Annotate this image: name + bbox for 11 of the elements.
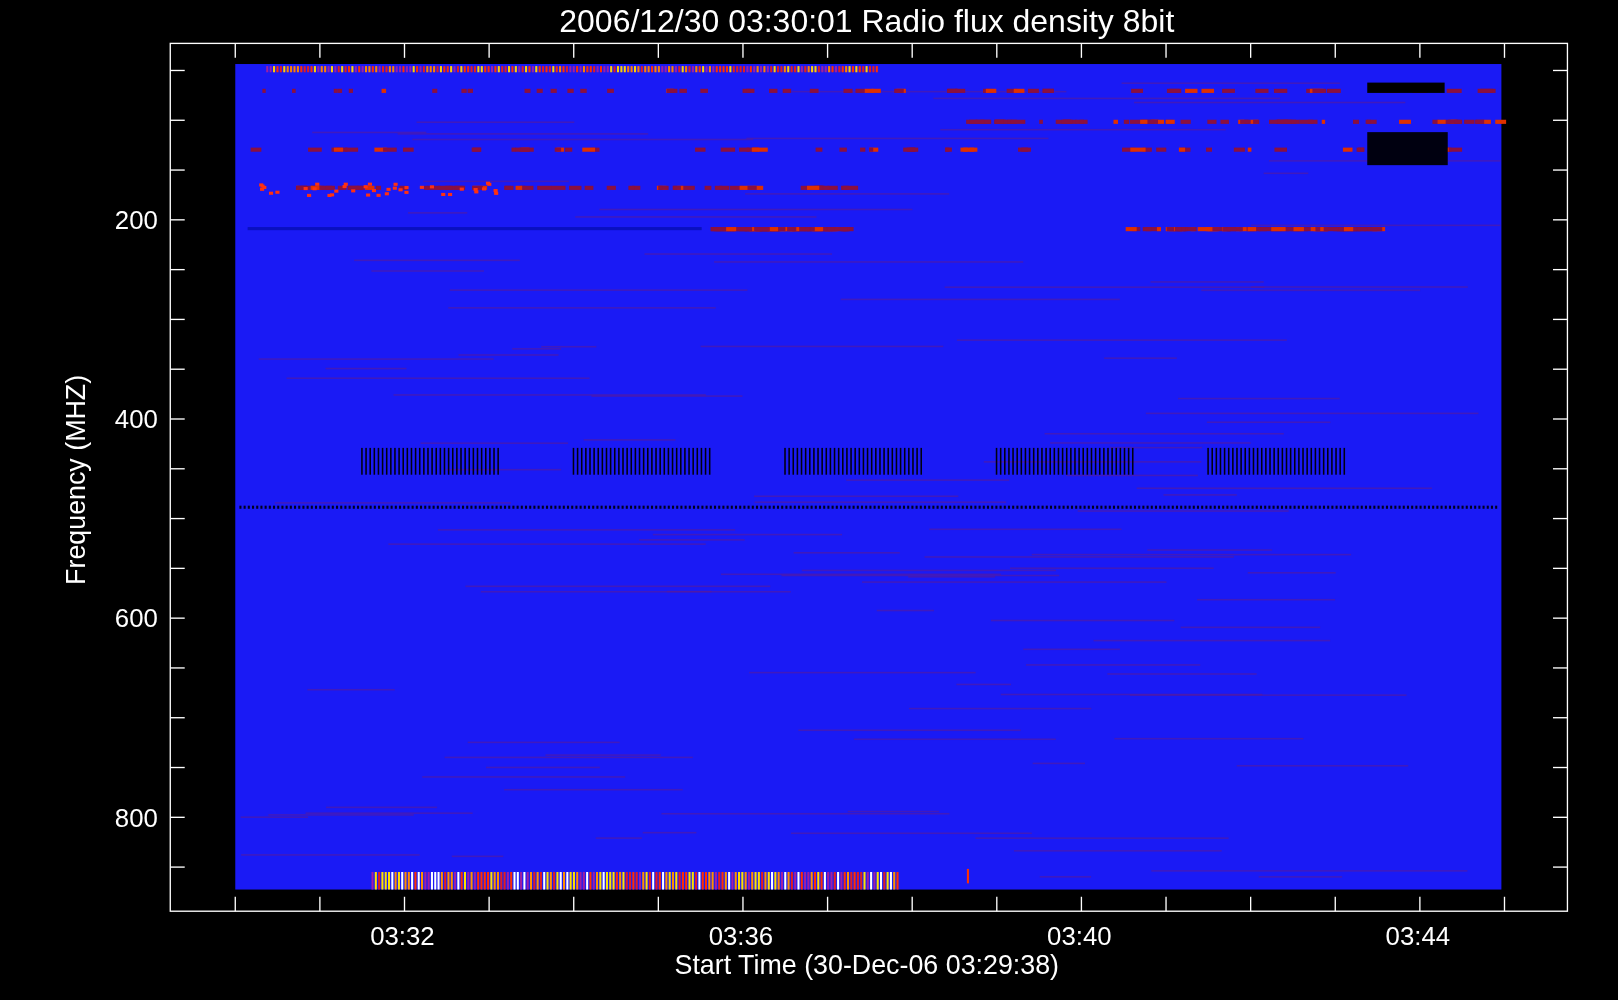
chart-title: 2006/12/30 03:30:01 Radio flux density 8bit bbox=[559, 3, 1175, 40]
axis-tick-label: 400 bbox=[114, 405, 158, 434]
y-axis-label: Frequency (MHZ) bbox=[60, 374, 91, 585]
axis-tick-label: 800 bbox=[114, 803, 158, 832]
axis-tick-label: 03:44 bbox=[1385, 922, 1451, 951]
x-axis-label: Start Time (30-Dec-06 03:29:38) bbox=[674, 950, 1060, 981]
axis-tick-label: 600 bbox=[114, 604, 158, 633]
axis-tick-label: 03:36 bbox=[708, 922, 774, 951]
axis-tick-label: 03:40 bbox=[1047, 922, 1112, 951]
axis-tick-label: 03:32 bbox=[370, 922, 435, 951]
axis-tick-label: 200 bbox=[114, 206, 158, 235]
